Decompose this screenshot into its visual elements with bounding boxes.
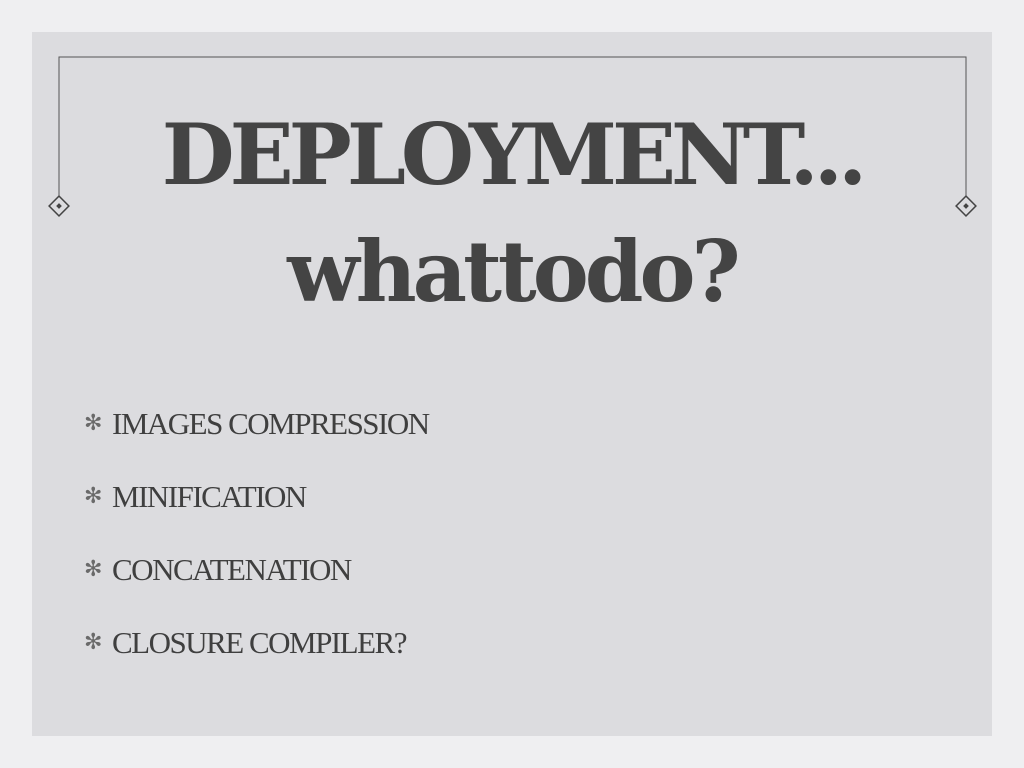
list-item: ✻ CONCATENATION [84,546,429,594]
bullet-text: IMAGES COMPRESSION [112,406,430,441]
slide-title: DEPLOYMENT... [161,105,867,204]
bullet-text: CONCATENATION [112,552,352,587]
bullet-text: CLOSURE COMPILER? [112,625,408,660]
bullet-list: ✻ IMAGES COMPRESSION ✻ MINIFICATION ✻ CO… [84,400,430,692]
list-item: ✻ IMAGES COMPRESSION [84,400,430,448]
asterisk-bullet-icon: ✻ [84,557,103,582]
bullet-text: MINIFICATION [112,479,307,514]
list-item: ✻ MINIFICATION [84,473,429,521]
asterisk-bullet-icon: ✻ [84,484,103,509]
asterisk-bullet-icon: ✻ [84,630,103,655]
asterisk-bullet-icon: ✻ [84,411,103,436]
slide-subtitle: whattodo? [287,222,740,321]
list-item: ✻ CLOSURE COMPILER? [84,619,429,667]
